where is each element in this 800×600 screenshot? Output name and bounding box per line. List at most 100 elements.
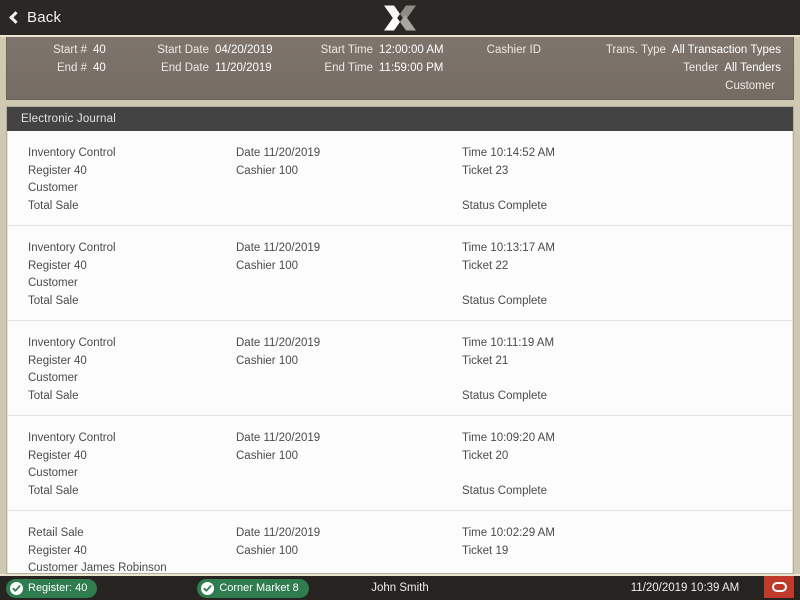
filter-start-date[interactable]: Start Date 04/20/2019: [147, 43, 297, 57]
entry-register: Register 40: [28, 354, 87, 367]
entry-register: Register 40: [28, 164, 87, 177]
filter-tender[interactable]: Tender All Tenders: [640, 61, 781, 75]
store-status-label: Corner Market 8: [219, 582, 299, 594]
filter-start-time[interactable]: Start Time 12:00:00 AM: [309, 43, 471, 57]
filter-value: 40: [93, 62, 106, 74]
entry-ticket: Ticket 22: [462, 259, 509, 272]
journal-entry-time-status: Time 10:11:19 AM Ticket 21 Status Complet…: [462, 335, 762, 405]
entry-cashier: Cashier 100: [236, 164, 299, 177]
x-logo: [384, 5, 416, 30]
entry-time: Time 10:14:52 AM: [462, 147, 555, 159]
entry-customer: Customer: [28, 372, 78, 384]
entry-time: Time 10:09:20 AM: [462, 432, 555, 444]
filter-group-time-range: Start Time 12:00:00 AM End Time 11:59:00…: [309, 43, 471, 75]
panel-title: Electronic Journal: [21, 113, 117, 125]
filter-group-cashier: Cashier ID: [485, 43, 547, 57]
entry-status: Status Complete: [462, 484, 548, 497]
entry-type: Inventory Control: [28, 337, 116, 349]
journal-entry-list[interactable]: Inventory Control Register 40 Customer Tota…: [7, 131, 793, 573]
entry-cashier: Cashier 100: [236, 544, 299, 557]
entry-customer: Customer: [28, 277, 78, 289]
back-button[interactable]: Back: [0, 0, 71, 35]
chevron-left-icon: [9, 10, 22, 24]
filter-label: End Date: [161, 62, 209, 74]
filter-start-number[interactable]: Start # 40: [25, 43, 133, 57]
filter-end-date[interactable]: End Date 11/20/2019: [147, 61, 297, 75]
register-status-badge[interactable]: Register: 40: [6, 578, 98, 598]
entry-ticket: Ticket 19: [462, 544, 509, 557]
entry-type: Inventory Control: [28, 242, 116, 254]
filter-label: Trans. Type: [605, 44, 666, 56]
entry-total: Total Sale: [28, 294, 79, 307]
entry-total: Total Sale: [28, 389, 79, 402]
filter-group-transaction-options: Trans. Type All Transaction Types Tender…: [588, 43, 781, 93]
entry-date: Date 11/20/2019: [236, 527, 321, 539]
entry-cashier: Cashier 100: [236, 449, 299, 462]
filter-value: 04/20/2019: [215, 44, 273, 56]
journal-entry-row[interactable]: Inventory Control Register 40 Customer Tota…: [8, 131, 792, 226]
current-user-label: John Smith: [371, 582, 429, 594]
journal-entry-details: Inventory Control Register 40 Customer Tota…: [8, 335, 236, 405]
entry-register: Register 40: [28, 259, 87, 272]
entry-ticket: Ticket 23: [462, 164, 509, 177]
current-datetime-label: 11/20/2019 10:39 AM: [630, 582, 740, 594]
back-button-label: Back: [27, 9, 62, 26]
entry-date: Date 11/20/2019: [236, 147, 321, 159]
entry-cashier: Cashier 100: [236, 259, 299, 272]
entry-status: Status Complete: [462, 389, 548, 402]
filter-cashier-id[interactable]: Cashier ID: [485, 43, 547, 57]
filter-criteria-bar: Start # 40 End # 40 Start Date 04/20/201…: [6, 37, 794, 100]
entry-cashier: Cashier 100: [236, 354, 299, 367]
journal-entry-row[interactable]: Inventory Control Register 40 Customer Tota…: [8, 416, 792, 511]
filter-label: Customer: [725, 80, 775, 92]
entry-status: Status Complete: [462, 294, 548, 307]
power-button-icon: [771, 582, 787, 592]
filter-label: Start Time: [320, 44, 373, 56]
journal-entry-row[interactable]: Inventory Control Register 40 Customer Tota…: [8, 321, 792, 416]
journal-entry-time-status: Time 10:02:29 AMTicket 19 Status Complet…: [462, 525, 762, 573]
power-button[interactable]: [764, 576, 794, 598]
journal-entry-details: Inventory Control Register 40 Customer Tota…: [8, 430, 236, 500]
entry-customer: Customer: [28, 467, 78, 479]
filter-label: Cashier ID: [486, 44, 541, 56]
panel-header: Electronic Journal: [7, 107, 793, 131]
status-bar: Register: 40 Corner Market 8 John Smith …: [0, 574, 800, 600]
journal-entry-row[interactable]: Retail Sale Register 40 Customer James Rob…: [8, 511, 792, 573]
filter-label: Start Date: [157, 44, 209, 56]
entry-total: Total Sale: [28, 484, 79, 497]
filter-value: 11/20/2019: [215, 62, 272, 74]
entry-date: Date 11/20/2019: [236, 337, 321, 349]
entry-time: Time 10:11:19 AM: [462, 337, 555, 349]
journal-entry-date-cashier: Date 11/20/2019 Cashier 100: [236, 145, 462, 215]
electronic-journal-panel: Electronic Journal Inventory Control Regi…: [6, 106, 794, 574]
journal-entry-time-status: Time 10:14:52 AM Ticket 23 Status Complet…: [462, 145, 762, 215]
entry-date: Date 11/20/2019: [236, 242, 321, 254]
filter-end-time[interactable]: End Time 11:59:00 PM: [309, 61, 471, 75]
filter-label: End Time: [324, 62, 373, 74]
check-circle-icon: [201, 581, 215, 595]
filter-transaction-type[interactable]: Trans. Type All Transaction Types: [588, 43, 781, 57]
store-status-badge[interactable]: Corner Market 8: [197, 578, 309, 598]
filter-value: All Transaction Types: [671, 44, 781, 56]
journal-entry-date-cashier: Date 11/20/2019 Cashier 100: [236, 430, 462, 500]
check-circle-icon: [10, 581, 23, 595]
entry-register: Register 40: [28, 449, 87, 462]
entry-customer: Customer: [28, 182, 78, 194]
journal-entry-date-cashier: Date 11/20/2019 Cashier 100: [236, 335, 462, 405]
filter-end-number[interactable]: End # 40: [25, 61, 133, 75]
filter-customer[interactable]: Customer: [697, 79, 781, 93]
journal-entry-details: Retail Sale Register 40 Customer James Rob…: [8, 525, 236, 573]
entry-date: Date 11/20/2019: [236, 432, 321, 444]
entry-ticket: Ticket 21: [462, 354, 509, 367]
register-status-label: Register: 40: [28, 582, 88, 594]
filter-value: 12:00:00 AM: [379, 44, 444, 56]
entry-type: Inventory Control: [28, 147, 116, 159]
electronic-journal-screen: Back Start # 40 End # 40 Start Date 04/2…: [0, 0, 800, 600]
journal-entry-date-cashier: Date 11/20/2019 Cashier 100: [236, 525, 462, 573]
journal-entry-details: Inventory Control Register 40 Customer Tota…: [8, 145, 236, 215]
journal-entry-row[interactable]: Inventory Control Register 40 Customer Tota…: [8, 226, 792, 321]
entry-type: Retail Sale: [28, 527, 84, 539]
entry-time: Time 10:13:17 AM: [462, 242, 555, 254]
journal-entry-time-status: Time 10:09:20 AM Ticket 20 Status Complet…: [462, 430, 762, 500]
entry-total: Total Sale: [28, 199, 79, 212]
